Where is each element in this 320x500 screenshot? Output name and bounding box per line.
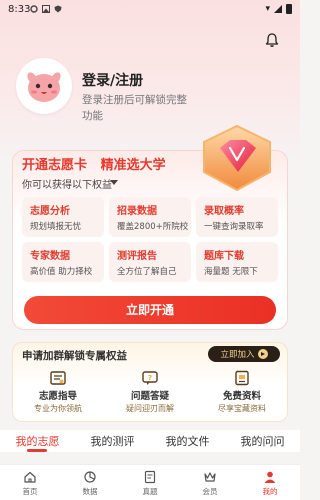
benefit-desc: 覆盖2800+所院校 — [117, 222, 189, 232]
vip-card-subtitle: 你可以获得以下权益 — [22, 180, 112, 191]
login-hint: 登录注册后可解锁完整功能 — [82, 94, 187, 122]
diamond-badge-icon — [203, 124, 271, 192]
nav-label: 真题 — [142, 487, 158, 496]
nav-vip[interactable]: 会员 — [180, 465, 240, 500]
nav-label: 数据 — [82, 487, 98, 496]
tab-my-volunteer[interactable]: 我的志愿 — [0, 430, 75, 452]
join-now-button[interactable]: 立即加入 — [208, 346, 280, 362]
tab-my-questions[interactable]: 我的问问 — [225, 430, 300, 452]
benefit-item[interactable]: 志愿分析 规划填报无忧 — [22, 197, 104, 237]
status-time: 8:33 — [8, 4, 31, 15]
nav-home[interactable]: 首页 — [0, 465, 60, 500]
benefit-title: 招录数据 — [117, 206, 157, 217]
profile-icon — [264, 471, 276, 483]
signal-icon — [274, 5, 282, 13]
benefit-title: 题库下载 — [204, 251, 244, 262]
nav-label: 首页 — [22, 487, 38, 496]
content-tabs: 我的志愿 我的测评 我的文件 我的问问 — [0, 430, 300, 452]
benefit-item[interactable]: 题库下载 海量题 无限下 — [196, 242, 278, 282]
benefit-item[interactable]: 招录数据 覆盖2800+所院校 — [109, 197, 191, 237]
benefit-item[interactable]: 专家数据 高价值 助力择校 — [22, 242, 104, 282]
login-register-title[interactable]: 登录/注册 — [82, 70, 143, 90]
group-benefit-item[interactable]: 志愿指导 专业为你领航 — [12, 370, 104, 414]
group-benefit-desc: 尽享宝藏资料 — [218, 404, 266, 413]
compass-book-icon — [50, 371, 66, 385]
battery-icon — [286, 4, 292, 14]
benefit-title: 专家数据 — [30, 251, 70, 262]
status-bar: 8:33 ▾ — [0, 0, 300, 20]
tab-my-assessment[interactable]: 我的测评 — [75, 430, 150, 452]
group-benefit-item[interactable]: ? 问题答疑 疑问迎刃而解 — [104, 370, 196, 414]
status-indicators: ▾ — [265, 4, 292, 14]
exam-icon — [144, 470, 156, 484]
group-benefit-desc: 专业为你领航 — [34, 404, 82, 413]
benefit-item[interactable]: 测评报告 全方位了解自己 — [109, 242, 191, 282]
bell-icon[interactable] — [264, 32, 280, 48]
mascot-icon — [27, 72, 61, 102]
benefit-title: 测评报告 — [117, 251, 157, 262]
nav-label: 会员 — [202, 487, 218, 496]
group-benefit-desc: 疑问迎刃而解 — [126, 404, 174, 413]
join-now-label: 立即加入 — [220, 350, 255, 360]
benefit-desc: 规划填报无忧 — [30, 222, 82, 232]
home-icon — [24, 471, 36, 483]
bottom-nav: 首页 数据 真题 会员 我的 — [0, 464, 300, 500]
group-benefit-title: 志愿指导 — [38, 391, 77, 402]
nav-data[interactable]: 数据 — [60, 465, 120, 500]
nav-mine[interactable]: 我的 — [240, 465, 300, 500]
benefit-item[interactable]: 录取概率 一键查询录取率 — [196, 197, 278, 237]
group-benefit-title: 问题答疑 — [130, 391, 169, 402]
data-icon — [84, 471, 96, 483]
chevron-down-icon — [110, 180, 118, 185]
group-benefit-item[interactable]: 免费资料 尽享宝藏资料 — [196, 370, 288, 414]
nav-label: 我的 — [262, 487, 278, 496]
document-icon — [235, 370, 249, 386]
benefit-title: 录取概率 — [204, 206, 244, 217]
open-now-button[interactable]: 立即开通 — [24, 296, 276, 324]
play-icon — [257, 349, 268, 359]
vip-card-title: 开通志愿卡 精准选大学 — [22, 158, 166, 173]
nav-exam[interactable]: 真题 — [120, 465, 180, 500]
benefit-desc: 一键查询录取率 — [204, 222, 264, 232]
qa-icon: ? — [142, 371, 158, 385]
svg-text:?: ? — [148, 374, 152, 382]
benefit-desc: 全方位了解自己 — [117, 267, 177, 277]
shield-icon — [54, 5, 62, 13]
image-icon — [42, 5, 50, 13]
benefit-desc: 高价值 助力择校 — [30, 267, 93, 277]
group-benefit-title: 免费资料 — [222, 391, 261, 402]
wifi-icon: ▾ — [265, 4, 270, 14]
tab-my-files[interactable]: 我的文件 — [150, 430, 225, 452]
group-benefits: 志愿指导 专业为你领航 ? 问题答疑 疑问迎刃而解 免费资料 尽享宝藏资料 — [12, 370, 288, 414]
benefit-title: 志愿分析 — [30, 206, 70, 217]
settings-icon — [30, 5, 38, 13]
group-card-title: 申请加群解锁专属权益 — [22, 350, 127, 362]
crown-icon — [204, 472, 216, 482]
avatar[interactable] — [16, 58, 72, 114]
benefit-grid: 志愿分析 规划填报无忧 招录数据 覆盖2800+所院校 录取概率 一键查询录取率… — [22, 197, 278, 282]
benefit-desc: 海量题 无限下 — [204, 267, 258, 277]
